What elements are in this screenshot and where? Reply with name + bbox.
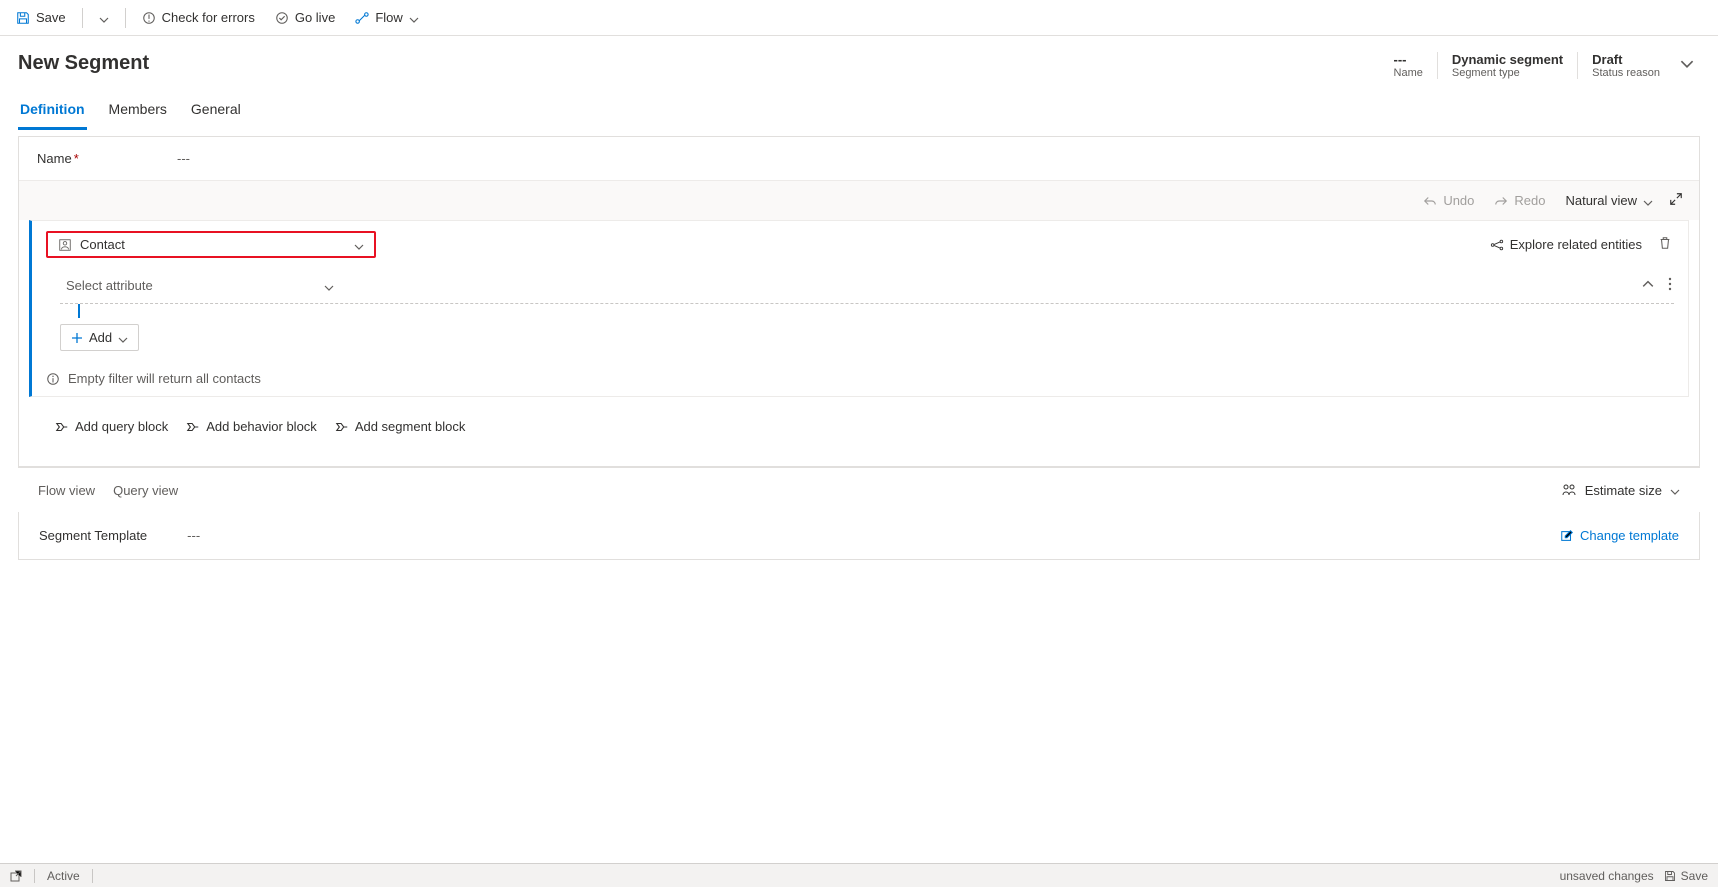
add-condition-button[interactable]: Add — [60, 324, 139, 351]
add-query-block-button[interactable]: Add query block — [55, 419, 168, 434]
add-segment-block-button[interactable]: Add segment block — [335, 419, 466, 434]
page-header: New Segment --- Name Dynamic segment Seg… — [0, 36, 1718, 87]
undo-button[interactable]: Undo — [1419, 191, 1478, 210]
chevron-down-icon — [1643, 196, 1653, 206]
entity-selector[interactable]: Contact — [46, 231, 376, 258]
save-icon — [16, 11, 30, 25]
chevron-down-icon — [324, 281, 334, 291]
views-row: Flow view Query view Estimate size — [18, 467, 1700, 512]
tab-strip: Definition Members General — [0, 87, 1718, 130]
change-template-label: Change template — [1580, 528, 1679, 543]
template-row: Segment Template --- Change template — [18, 512, 1700, 560]
query-block: Contact Explore related entities Select … — [29, 220, 1689, 397]
attribute-row: Select attribute — [32, 268, 1688, 297]
page-title: New Segment — [18, 52, 149, 75]
meta-status-label: Status reason — [1592, 67, 1660, 79]
meta-expand[interactable] — [1674, 57, 1700, 74]
chevron-down-icon — [409, 13, 419, 23]
check-errors-label: Check for errors — [162, 10, 255, 25]
command-bar: Save Check for errors Go live Flow — [0, 0, 1718, 36]
change-template-button[interactable]: Change template — [1560, 528, 1679, 543]
flow-icon — [355, 11, 369, 25]
check-errors-button[interactable]: Check for errors — [134, 6, 263, 29]
status-active: Active — [47, 869, 80, 883]
status-bar: Active unsaved changes Save — [0, 863, 1718, 887]
explore-related-label: Explore related entities — [1510, 237, 1642, 252]
add-segment-block-label: Add segment block — [355, 419, 466, 434]
entity-selector-label: Contact — [80, 237, 125, 252]
unsaved-changes: unsaved changes — [1560, 869, 1654, 883]
save-dropdown[interactable] — [91, 9, 117, 27]
meta-name: --- Name — [1380, 52, 1437, 79]
chevron-down-icon — [118, 333, 128, 343]
empty-filter-message: Empty filter will return all contacts — [68, 371, 261, 386]
delete-block-button[interactable] — [1656, 234, 1674, 255]
template-value[interactable]: --- — [187, 528, 200, 543]
record-meta: --- Name Dynamic segment Segment type Dr… — [1380, 52, 1700, 79]
chevron-down-icon — [1670, 485, 1680, 495]
name-field-row: Name* --- — [19, 137, 1699, 181]
attribute-selector-label: Select attribute — [66, 278, 153, 293]
separator — [82, 8, 83, 28]
query-block-header: Contact Explore related entities — [32, 221, 1688, 268]
statusbar-save-label: Save — [1681, 869, 1708, 883]
attribute-selector[interactable]: Select attribute — [60, 274, 340, 297]
meta-name-label: Name — [1394, 67, 1423, 79]
query-toolbar: Undo Redo Natural view — [19, 181, 1699, 220]
add-behavior-block-button[interactable]: Add behavior block — [186, 419, 317, 434]
meta-type: Dynamic segment Segment type — [1437, 52, 1577, 79]
add-query-block-label: Add query block — [75, 419, 168, 434]
add-condition-label: Add — [89, 330, 112, 345]
tab-members[interactable]: Members — [107, 95, 169, 130]
query-block-actions: Explore related entities — [1490, 234, 1674, 255]
add-block-row: Add query block Add behavior block Add s… — [37, 407, 1681, 466]
attribute-actions — [1640, 275, 1674, 296]
go-live-button[interactable]: Go live — [267, 6, 343, 29]
meta-type-label: Segment type — [1452, 67, 1563, 79]
view-links: Flow view Query view — [38, 483, 178, 498]
separator — [125, 8, 126, 28]
tab-general[interactable]: General — [189, 95, 243, 130]
definition-panel: Name* --- Undo Redo Natural view — [18, 136, 1700, 467]
view-selector[interactable]: Natural view — [1561, 191, 1657, 210]
redo-label: Redo — [1514, 193, 1545, 208]
flow-label: Flow — [375, 10, 402, 25]
more-button[interactable] — [1666, 275, 1674, 296]
go-live-label: Go live — [295, 10, 335, 25]
meta-type-value: Dynamic segment — [1452, 52, 1563, 67]
query-view-link[interactable]: Query view — [113, 483, 178, 498]
meta-status: Draft Status reason — [1577, 52, 1674, 79]
add-behavior-block-label: Add behavior block — [206, 419, 317, 434]
explore-related-button[interactable]: Explore related entities — [1490, 237, 1642, 252]
save-label: Save — [36, 10, 66, 25]
contact-icon — [58, 238, 72, 252]
undo-label: Undo — [1443, 193, 1474, 208]
estimate-size-button[interactable]: Estimate size — [1561, 482, 1680, 498]
redo-button[interactable]: Redo — [1490, 191, 1549, 210]
chevron-down-icon — [354, 240, 364, 250]
collapse-button[interactable] — [1640, 276, 1656, 295]
popout-button[interactable] — [10, 870, 22, 882]
view-selector-label: Natural view — [1565, 193, 1637, 208]
chevron-down-icon — [99, 13, 109, 23]
required-indicator: * — [74, 151, 79, 166]
dashed-divider — [60, 303, 1674, 304]
meta-status-value: Draft — [1592, 52, 1660, 67]
save-button[interactable]: Save — [8, 6, 74, 29]
tab-definition[interactable]: Definition — [18, 95, 87, 130]
template-label: Segment Template — [39, 528, 147, 543]
meta-name-value: --- — [1394, 52, 1423, 67]
fullscreen-button[interactable] — [1669, 192, 1683, 209]
name-field-value[interactable]: --- — [177, 151, 190, 166]
flow-view-link[interactable]: Flow view — [38, 483, 95, 498]
connector-line — [78, 304, 80, 318]
empty-filter-info: Empty filter will return all contacts — [32, 361, 1688, 396]
flow-button[interactable]: Flow — [347, 6, 426, 29]
estimate-size-label: Estimate size — [1585, 483, 1662, 498]
error-icon — [142, 11, 156, 25]
name-field-label: Name* — [37, 151, 177, 166]
check-icon — [275, 11, 289, 25]
statusbar-save-button[interactable]: Save — [1664, 869, 1708, 883]
